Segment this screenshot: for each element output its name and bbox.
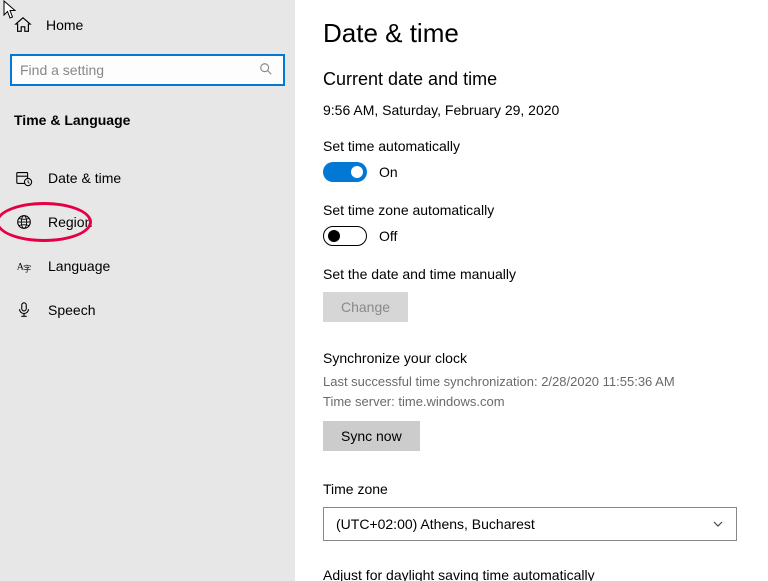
nav-list: Date & time Region A字 Language Speec [0, 156, 295, 332]
sync-clock-heading: Synchronize your clock [323, 350, 740, 366]
set-tz-auto-state: Off [379, 228, 397, 244]
page-title: Date & time [323, 18, 740, 49]
microphone-icon [14, 300, 34, 320]
current-datetime-value: 9:56 AM, Saturday, February 29, 2020 [323, 102, 740, 118]
search-input-wrap[interactable] [10, 54, 285, 86]
home-nav[interactable]: Home [0, 10, 295, 40]
sync-server-text: Time server: time.windows.com [323, 392, 740, 412]
search-icon [259, 62, 275, 78]
clock-calendar-icon [14, 168, 34, 188]
globe-icon [14, 212, 34, 232]
nav-item-label: Region [48, 214, 92, 230]
nav-item-label: Date & time [48, 170, 121, 186]
current-datetime-heading: Current date and time [323, 69, 740, 90]
home-icon [14, 16, 32, 34]
set-tz-auto-label: Set time zone automatically [323, 202, 740, 218]
sync-last-text: Last successful time synchronization: 2/… [323, 372, 740, 392]
sync-now-button[interactable]: Sync now [323, 421, 420, 451]
nav-item-region[interactable]: Region [0, 200, 295, 244]
set-tz-auto-toggle[interactable] [323, 226, 367, 246]
nav-item-date-time[interactable]: Date & time [0, 156, 295, 200]
nav-item-language[interactable]: A字 Language [0, 244, 295, 288]
main-content: Date & time Current date and time 9:56 A… [295, 0, 768, 581]
set-time-auto-state: On [379, 164, 398, 180]
nav-item-label: Speech [48, 302, 95, 318]
timezone-label: Time zone [323, 481, 740, 497]
svg-text:字: 字 [23, 263, 31, 273]
sidebar: Home Time & Language Date & time [0, 0, 295, 581]
timezone-select[interactable]: (UTC+02:00) Athens, Bucharest [323, 507, 737, 541]
change-button: Change [323, 292, 408, 322]
category-title: Time & Language [0, 86, 295, 138]
set-time-auto-toggle[interactable] [323, 162, 367, 182]
home-label: Home [46, 17, 83, 33]
chevron-down-icon [712, 518, 724, 530]
timezone-value: (UTC+02:00) Athens, Bucharest [336, 516, 535, 532]
nav-item-label: Language [48, 258, 110, 274]
nav-item-speech[interactable]: Speech [0, 288, 295, 332]
manual-set-label: Set the date and time manually [323, 266, 740, 282]
search-input[interactable] [20, 62, 259, 78]
language-icon: A字 [14, 256, 34, 276]
dst-label: Adjust for daylight saving time automati… [323, 567, 740, 581]
set-time-auto-label: Set time automatically [323, 138, 740, 154]
